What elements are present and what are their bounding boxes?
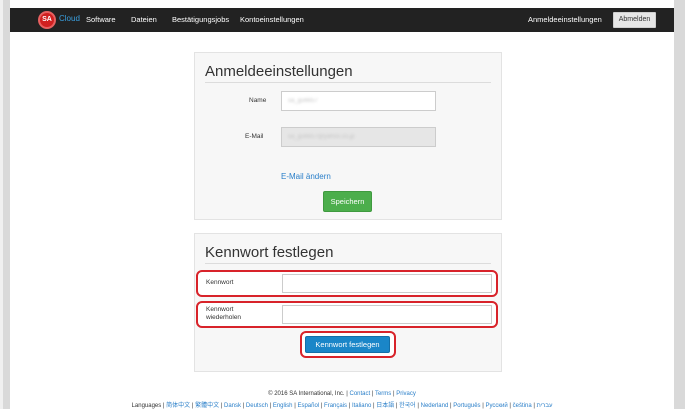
nav-item-bestaetigungsjobs[interactable]: Bestätigungsjobs (172, 15, 229, 24)
top-navbar: SA Cloud Software Dateien Bestätigungsjo… (10, 8, 674, 32)
password-repeat-label: Kennwort wiederholen (206, 306, 241, 322)
logout-button[interactable]: Abmelden (613, 12, 656, 28)
languages-label: Languages | (131, 403, 165, 409)
password-label: Kennwort (206, 279, 234, 286)
lang-link[interactable]: 繁體中文 (195, 403, 219, 409)
lang-link[interactable]: עברית (537, 403, 553, 409)
lang-link[interactable]: 한국어 (399, 403, 416, 409)
password-repeat-row: Kennwort wiederholen (196, 301, 498, 328)
right-scroll-gutter[interactable] (674, 0, 685, 409)
name-value: sa_gu6657 (288, 98, 318, 104)
name-input[interactable]: sa_gu6657 (281, 91, 436, 111)
divider (205, 263, 491, 264)
privacy-link[interactable]: Privacy (396, 391, 416, 397)
lang-link[interactable]: Deutsch (246, 403, 268, 409)
password-repeat-label-line2: wiederholen (206, 314, 242, 321)
email-value: sa_gu6657@yahoo.co.jp (288, 134, 355, 140)
lang-link[interactable]: Dansk (224, 403, 241, 409)
change-email-link[interactable]: E-Mail ändern (281, 172, 331, 181)
password-title: Kennwort festlegen (205, 244, 334, 261)
copyright-text: © 2016 SA International, Inc. | (268, 391, 348, 397)
set-password-highlight: Kennwort festlegen (300, 331, 396, 358)
lang-link[interactable]: 简体中文 (166, 403, 190, 409)
lang-link[interactable]: Español (297, 403, 319, 409)
lang-link[interactable]: 日本語 (376, 403, 394, 409)
save-button[interactable]: Speichern (323, 191, 372, 212)
lang-link[interactable]: Français (324, 403, 347, 409)
contact-link[interactable]: Contact (349, 391, 370, 397)
login-settings-panel: Anmeldeeinstellungen Name sa_gu6657 E-Ma… (194, 52, 502, 220)
email-label: E-Mail (245, 133, 264, 140)
password-repeat-label-line1: Kennwort (206, 306, 234, 313)
footer-copyright: © 2016 SA International, Inc. | Contact … (268, 391, 416, 397)
left-gutter (0, 0, 10, 409)
password-row: Kennwort (196, 270, 498, 297)
logo-mark-text: SA (42, 16, 52, 23)
email-field: sa_gu6657@yahoo.co.jp (281, 127, 436, 147)
lang-link[interactable]: Italiano (352, 403, 371, 409)
name-label: Name (249, 97, 267, 104)
footer-languages: Languages | 简体中文 | 繁體中文 | Dansk | Deutsc… (131, 403, 553, 409)
login-settings-title: Anmeldeeinstellungen (205, 63, 353, 80)
lang-link[interactable]: čeština (513, 403, 532, 409)
sa-logo-icon[interactable]: SA (38, 11, 56, 29)
set-password-button[interactable]: Kennwort festlegen (305, 336, 390, 353)
nav-item-dateien[interactable]: Dateien (131, 15, 157, 24)
lang-link[interactable]: Português (453, 403, 480, 409)
lang-link[interactable]: Nederland (421, 403, 449, 409)
page: SA Cloud Software Dateien Bestätigungsjo… (0, 0, 685, 409)
password-input[interactable] (282, 274, 492, 293)
logo-text[interactable]: Cloud (59, 14, 80, 23)
password-repeat-input[interactable] (282, 305, 492, 324)
nav-item-anmeldeeinstellungen[interactable]: Anmeldeeinstellungen (528, 15, 602, 24)
divider (205, 82, 491, 83)
lang-link[interactable]: Русский (485, 403, 507, 409)
terms-link[interactable]: Terms (375, 391, 391, 397)
nav-item-kontoeinstellungen[interactable]: Kontoeinstellungen (240, 15, 304, 24)
lang-link[interactable]: English (273, 403, 293, 409)
nav-item-software[interactable]: Software (86, 15, 116, 24)
